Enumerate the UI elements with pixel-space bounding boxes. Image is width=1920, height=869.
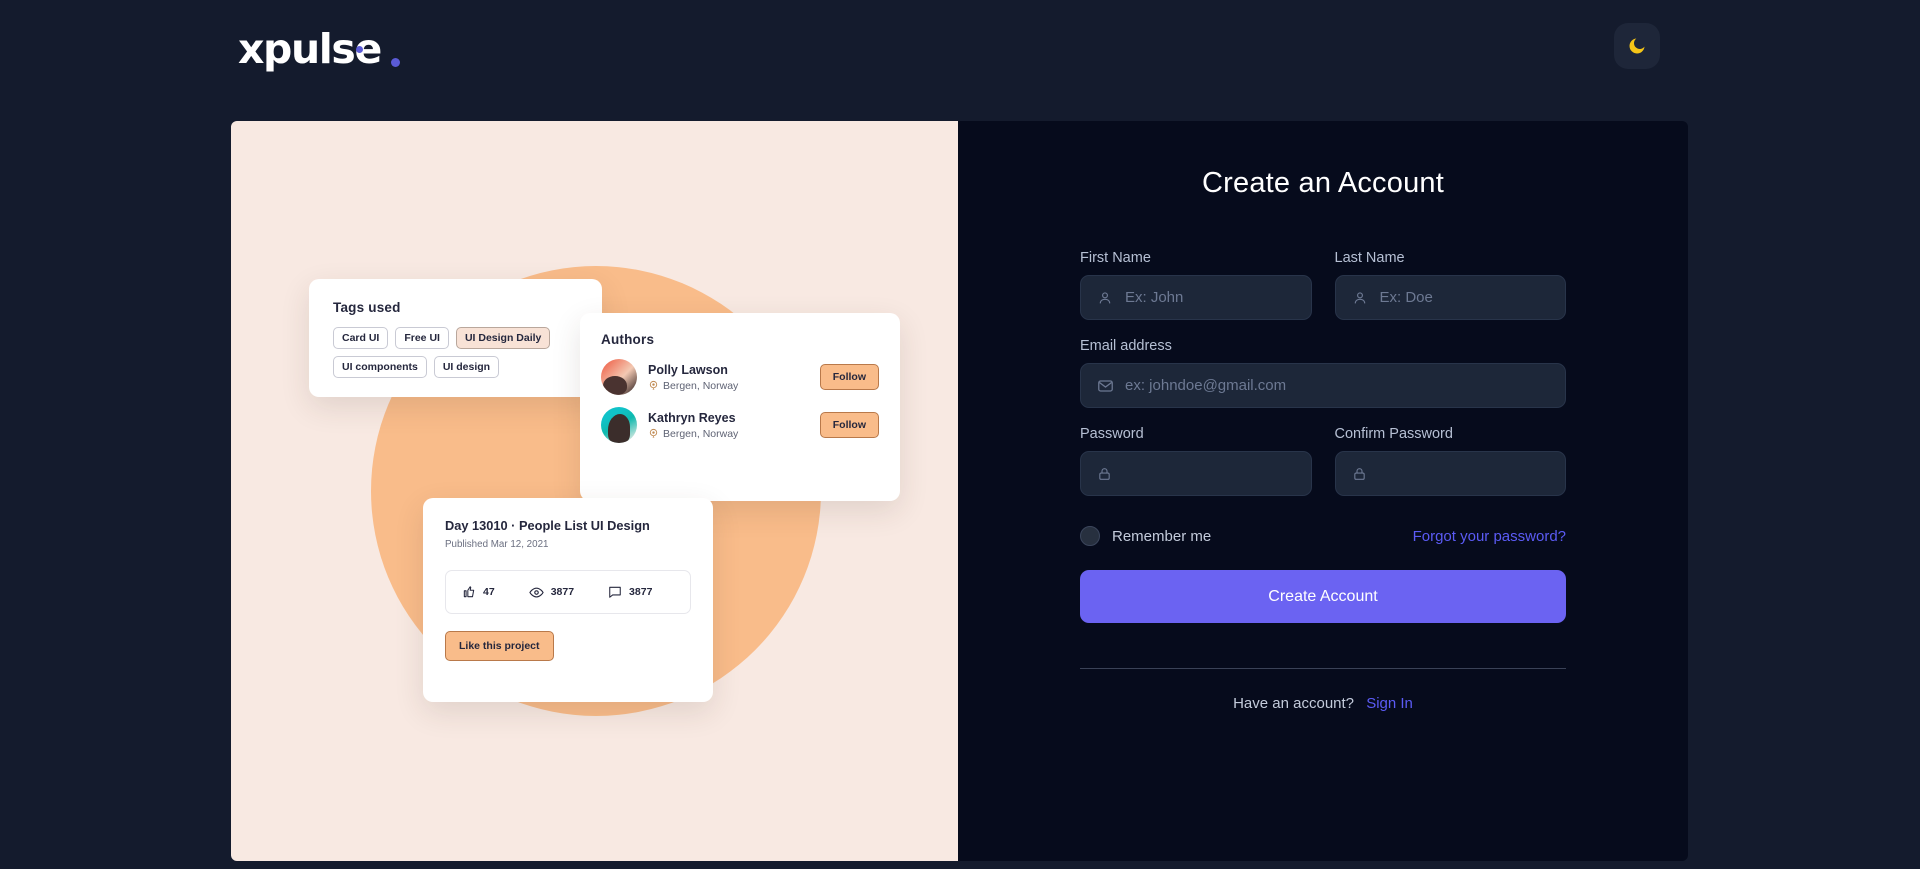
confirm-password-label: Confirm Password (1334, 426, 1453, 442)
project-published-date: Published Mar 12, 2021 (445, 539, 549, 550)
signup-form-panel: Create an Account First Name Ex: John La… (958, 121, 1688, 861)
sign-in-link[interactable]: Sign In (1366, 695, 1413, 712)
eye-icon (528, 587, 544, 597)
email-input-wrap[interactable] (1080, 363, 1566, 408)
author-location-text: Bergen, Norway (663, 427, 739, 440)
forgot-password-link[interactable]: Forgot your password? (1413, 528, 1566, 545)
password-label: Password (1080, 426, 1144, 442)
page-title: Create an Account (1202, 167, 1444, 199)
tag-chip[interactable]: Free UI (395, 327, 449, 349)
confirm-password-input-wrap[interactable] (1334, 451, 1566, 496)
first-name-field: First Name (1080, 250, 1312, 320)
author-list-item: Polly Lawson Bergen, Norway Follow (601, 359, 879, 395)
stat-likes-value: 47 (483, 586, 495, 598)
project-stats: 47 3877 3877 (445, 570, 691, 614)
stat-views: 3877 (528, 585, 575, 600)
logo-end-dot (390, 58, 400, 67)
signin-prompt-text: Have an account? (1233, 695, 1355, 712)
author-name: Polly Lawson (648, 362, 728, 377)
remember-me-checkbox[interactable] (1080, 526, 1100, 546)
last-name-input-wrap[interactable] (1334, 275, 1566, 320)
tag-chip[interactable]: UI components (333, 356, 427, 378)
user-icon (1097, 290, 1113, 306)
comment-icon (609, 586, 621, 598)
password-input[interactable] (1125, 452, 1311, 495)
stat-views-value: 3877 (550, 586, 575, 598)
tag-chip[interactable]: UI design (433, 356, 500, 378)
lock-icon (1352, 466, 1367, 482)
confirm-password-input[interactable] (1379, 452, 1565, 495)
name-row: First Name Last Name (1080, 250, 1566, 338)
last-name-field: Last Name (1334, 250, 1566, 320)
options-row: Remember me Forgot your password? (1080, 526, 1566, 546)
email-label: Email address (1080, 338, 1172, 354)
stat-comments-value: 3877 (629, 586, 653, 598)
logo-accent-dot (355, 46, 363, 53)
form-divider (1080, 668, 1566, 669)
password-input-wrap[interactable] (1080, 451, 1312, 496)
author-location-text: Bergen, Norway (663, 379, 739, 392)
avatar (601, 359, 637, 395)
author-location: Bergen, Norway (648, 428, 820, 440)
author-location: Bergen, Norway (648, 380, 820, 392)
tag-chip-active[interactable]: UI Design Daily (455, 327, 551, 349)
remember-me-toggle[interactable]: Remember me (1080, 526, 1211, 546)
tags-card: Tags used Card UI Free UI UI Design Dail… (309, 279, 602, 397)
first-name-input-wrap[interactable] (1080, 275, 1312, 320)
password-field: Password (1080, 426, 1312, 496)
first-name-input[interactable] (1125, 276, 1311, 319)
thumbs-up-icon (463, 586, 475, 598)
follow-button[interactable]: Follow (819, 364, 879, 390)
brand-logo[interactable]: xpulse (238, 18, 400, 70)
confirm-password-field: Confirm Password (1334, 426, 1566, 496)
last-name-input[interactable] (1379, 276, 1565, 319)
email-field: Email address (1080, 338, 1566, 408)
mail-icon (1097, 377, 1114, 394)
author-list-item: Kathryn Reyes Bergen, Norway Follow (601, 407, 879, 443)
project-card: Day 13010 · People List UI Design Publis… (423, 498, 713, 702)
top-bar: xpulse (0, 0, 1920, 115)
tag-chip[interactable]: Card UI (333, 327, 389, 349)
theme-toggle-button[interactable] (1614, 23, 1660, 69)
signin-prompt: Have an account? Sign In (1080, 695, 1566, 712)
authors-card-title: Authors (601, 332, 655, 347)
authors-card: Authors Polly Lawson Bergen, Norway Foll… (580, 313, 900, 501)
stat-comments: 3877 (608, 585, 652, 599)
avatar (601, 407, 637, 443)
author-name: Kathryn Reyes (648, 410, 736, 425)
user-icon (1352, 290, 1368, 306)
location-pin-icon (649, 380, 658, 390)
password-row: Password Confirm Password (1080, 426, 1566, 514)
author-info: Kathryn Reyes Bergen, Norway (648, 411, 820, 440)
lock-icon (1097, 466, 1112, 482)
signup-page: xpulse Tags used Card UI Free UI UI Desi… (0, 0, 1920, 869)
follow-button[interactable]: Follow (819, 412, 879, 438)
stat-likes: 47 (462, 585, 495, 599)
location-pin-icon (649, 428, 658, 438)
tag-row-2: UI components UI design (333, 356, 578, 378)
project-title: Day 13010 · People List UI Design (445, 518, 650, 533)
first-name-label: First Name (1080, 250, 1151, 266)
illustration-panel: Tags used Card UI Free UI UI Design Dail… (231, 121, 958, 861)
auth-card: Tags used Card UI Free UI UI Design Dail… (231, 121, 1688, 861)
email-input[interactable] (1125, 364, 1565, 407)
like-project-button[interactable]: Like this project (445, 631, 554, 661)
remember-me-label: Remember me (1112, 527, 1212, 545)
signup-form: First Name Last Name (1080, 250, 1566, 712)
create-account-button[interactable]: Create Account (1080, 570, 1566, 623)
moon-icon (1629, 38, 1645, 54)
tags-card-title: Tags used (333, 300, 401, 315)
last-name-label: Last Name (1334, 250, 1405, 266)
author-info: Polly Lawson Bergen, Norway (648, 363, 820, 392)
tag-row-1: Card UI Free UI UI Design Daily (333, 327, 578, 349)
